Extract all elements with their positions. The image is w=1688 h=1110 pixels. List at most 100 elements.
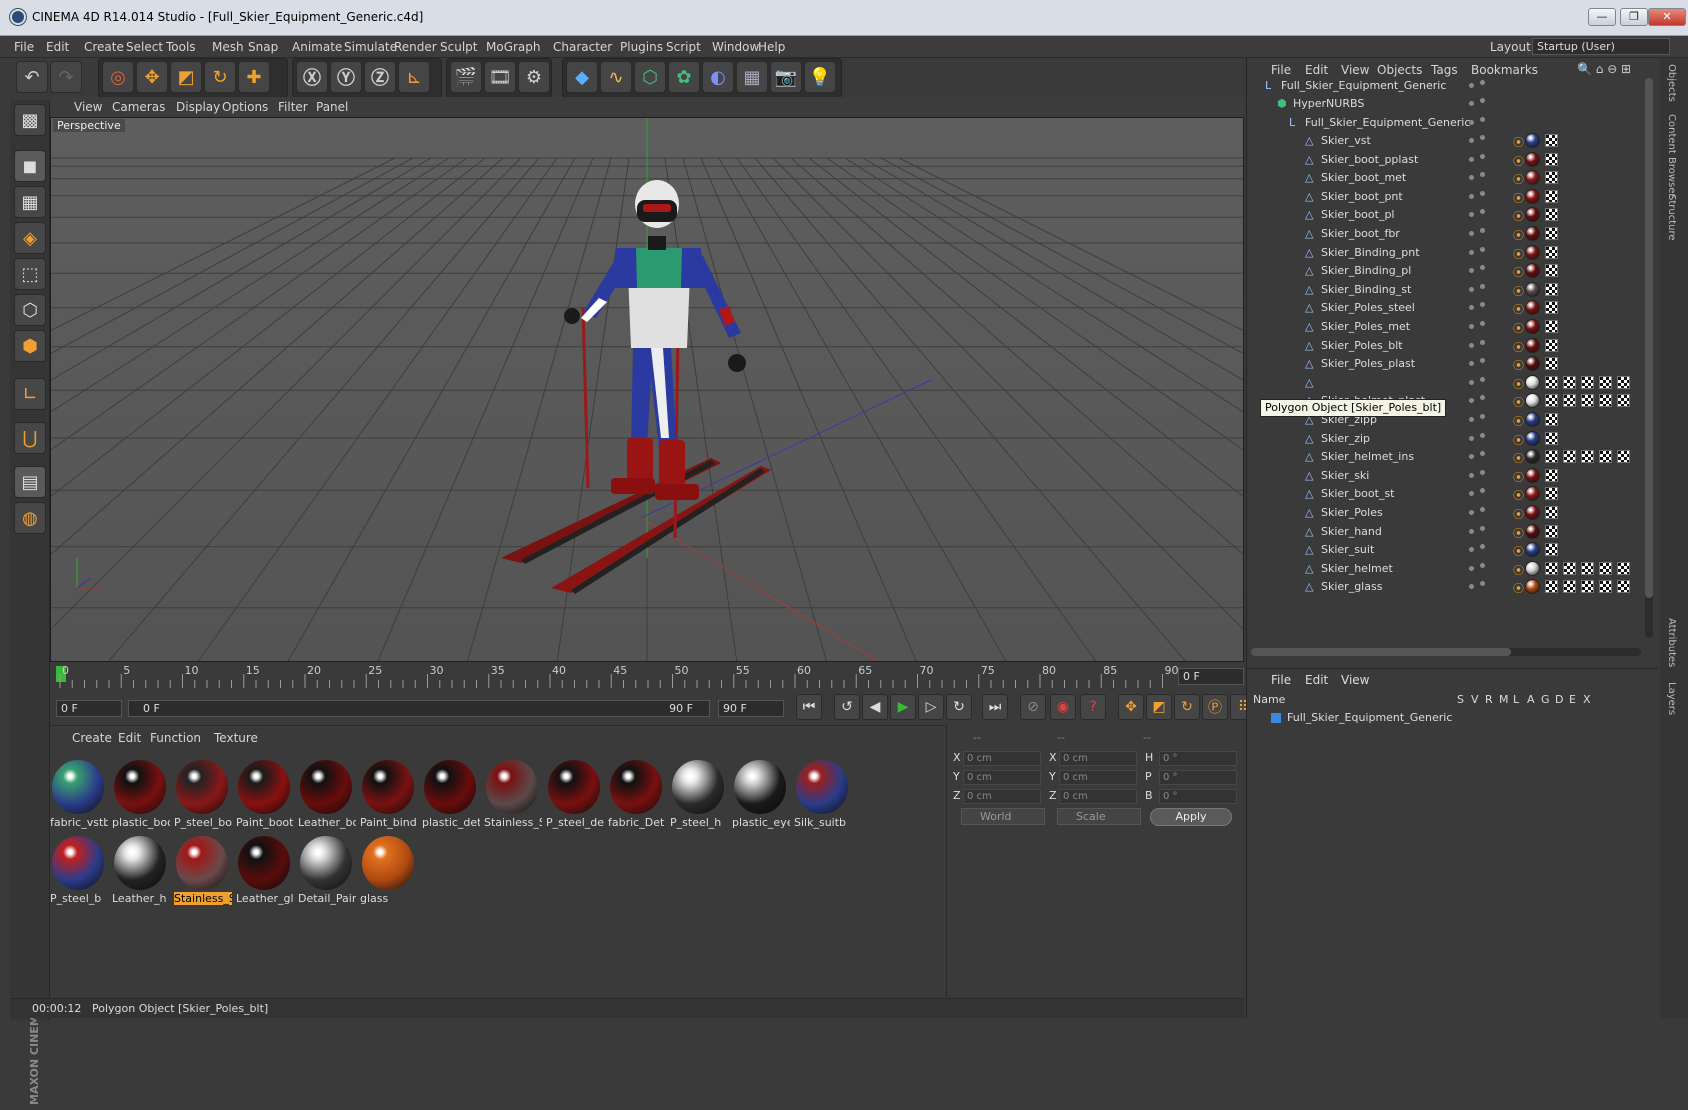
material-menu-function[interactable]: Function	[150, 731, 201, 745]
viewport-menu-panel[interactable]: Panel	[316, 100, 348, 114]
go-to-end-icon[interactable]: ⏭	[982, 694, 1008, 720]
texture-mode-icon[interactable]: ▦	[14, 186, 46, 218]
texture-tag-icon[interactable]	[1525, 151, 1540, 167]
deformer-icon[interactable]: ◐	[702, 61, 734, 93]
go-to-next-key-icon[interactable]: ↻	[946, 694, 972, 720]
axis-mode-icon[interactable]: ∟	[14, 378, 46, 410]
uvw-tag-icon[interactable]	[1545, 282, 1558, 296]
material-swatch[interactable]: Stainless_S	[174, 834, 232, 908]
layer-column-header[interactable]: S	[1457, 693, 1464, 706]
phong-tag-icon[interactable]: ⦿	[1513, 208, 1524, 223]
object-menu-objects[interactable]: Objects	[1377, 63, 1422, 77]
uvw-tag-icon[interactable]	[1581, 394, 1594, 408]
object-row[interactable]: ⬢ HyperNURBS	[1247, 94, 1643, 114]
material-swatch[interactable]: Silk_suitb	[794, 758, 850, 832]
layer-column-header[interactable]: M	[1499, 693, 1509, 706]
material-swatch[interactable]: Stainless_S	[484, 758, 542, 832]
layer-column-header[interactable]: L	[1513, 693, 1519, 706]
visibility-dots-icon[interactable]	[1469, 451, 1487, 463]
phong-tag-icon[interactable]: ⦿	[1513, 301, 1524, 316]
record-rotation-icon[interactable]: ↻	[1174, 694, 1200, 720]
phong-tag-icon[interactable]: ⦿	[1513, 376, 1524, 391]
frame-range-slider[interactable]: 0 F 90 F	[128, 700, 710, 717]
object-menu-tags[interactable]: Tags	[1431, 63, 1458, 77]
phong-tag-icon[interactable]: ⦿	[1513, 339, 1524, 354]
undo-icon[interactable]: ↶	[16, 61, 48, 93]
move-tool-icon[interactable]: ✥	[136, 61, 168, 93]
polygons-mode-icon[interactable]: ⬢	[14, 330, 46, 362]
object-row[interactable]: △ Skier_boot_pplast ⦿	[1247, 150, 1643, 170]
menu-file[interactable]: File	[14, 40, 34, 54]
texture-tag-icon[interactable]	[1525, 412, 1540, 427]
object-row[interactable]: △ Skier_Binding_st ⦿	[1247, 280, 1643, 300]
material-swatch[interactable]: P_steel_h	[670, 758, 726, 832]
material-menu-edit[interactable]: Edit	[118, 731, 141, 745]
uvw-tag-icon[interactable]	[1545, 208, 1558, 222]
texture-tag-icon[interactable]	[1525, 207, 1540, 223]
texture-tag-icon[interactable]	[1525, 449, 1540, 465]
phong-tag-icon[interactable]: ⦿	[1513, 246, 1524, 261]
texture-tag-icon[interactable]	[1525, 337, 1540, 353]
phong-tag-icon[interactable]: ⦿	[1513, 432, 1524, 447]
layer-menu-edit[interactable]: Edit	[1305, 673, 1328, 687]
uvw-tag-icon[interactable]	[1617, 561, 1630, 575]
size-mode-dropdown[interactable]: Scale	[1057, 808, 1141, 825]
layer-column-header[interactable]: X	[1583, 693, 1591, 706]
texture-tag-icon[interactable]	[1525, 188, 1540, 204]
size-field[interactable]: 0 cm	[1059, 789, 1137, 804]
uvw-tag-icon[interactable]	[1563, 561, 1576, 575]
layer-column-header[interactable]: E	[1569, 693, 1576, 706]
object-row[interactable]: △ Skier_boot_pnt ⦿	[1247, 187, 1643, 207]
visibility-dots-icon[interactable]	[1469, 581, 1487, 593]
tab-content-browser[interactable]: Content Browser	[1666, 114, 1677, 197]
material-swatch[interactable]: Paint_boot	[236, 758, 293, 832]
edges-mode-icon[interactable]: ⬡	[14, 294, 46, 326]
tab-layers[interactable]: Layers	[1666, 682, 1677, 715]
object-row[interactable]: △ Skier_Poles_plast ⦿	[1247, 354, 1643, 374]
uvw-tag-icon[interactable]	[1617, 375, 1630, 389]
material-menu-create[interactable]: Create	[72, 731, 112, 745]
maximize-button[interactable]: ❐	[1620, 8, 1648, 26]
uvw-tag-icon[interactable]	[1545, 487, 1558, 501]
live-selection-icon[interactable]: ◎	[102, 61, 134, 93]
object-search-icons[interactable]: 🔍 ⌂ ⊖ ⊞	[1577, 62, 1631, 76]
go-to-start-icon[interactable]: ⏮	[796, 694, 822, 720]
uvw-tag-icon[interactable]	[1581, 561, 1594, 575]
render-picture-viewer-icon[interactable]: 🎞	[484, 61, 516, 93]
uvw-tag-icon[interactable]	[1545, 320, 1558, 333]
texture-tag-icon[interactable]	[1525, 170, 1540, 186]
viewport-menu-cameras[interactable]: Cameras	[112, 100, 165, 114]
uvw-tag-icon[interactable]	[1617, 580, 1630, 594]
viewport-menu-filter[interactable]: Filter	[278, 100, 308, 114]
visibility-dots-icon[interactable]	[1469, 469, 1487, 482]
uvw-tag-icon[interactable]	[1545, 543, 1558, 557]
object-row[interactable]: L Full_Skier_Equipment_Generic	[1247, 113, 1643, 133]
uvw-tag-icon[interactable]	[1545, 301, 1558, 315]
layer-column-header[interactable]: G	[1541, 693, 1550, 706]
object-row[interactable]: △ Skier_suit ⦿	[1247, 540, 1643, 560]
visibility-dots-icon[interactable]	[1469, 283, 1487, 296]
magnet-icon[interactable]: ⋃	[14, 422, 46, 454]
uvw-tag-icon[interactable]	[1563, 394, 1576, 408]
visibility-dots-icon[interactable]	[1469, 80, 1487, 92]
uvw-tag-icon[interactable]	[1545, 189, 1558, 203]
tab-attributes[interactable]: Attributes	[1666, 618, 1677, 667]
record-active-objects-icon[interactable]: ⊘	[1020, 694, 1046, 720]
uvw-tag-icon[interactable]	[1545, 134, 1558, 147]
phong-tag-icon[interactable]: ⦿	[1513, 580, 1524, 595]
visibility-dots-icon[interactable]	[1469, 544, 1487, 556]
object-row[interactable]: △ Skier_helmet_ins ⦿	[1247, 447, 1643, 467]
nurbs-icon[interactable]: ⬡	[634, 61, 666, 93]
uvw-tag-icon[interactable]	[1545, 171, 1558, 185]
visibility-dots-icon[interactable]	[1469, 562, 1487, 575]
phong-tag-icon[interactable]: ⦿	[1513, 506, 1524, 521]
scale-tool-icon[interactable]: ◩	[170, 61, 202, 93]
material-swatch[interactable]: P_steel_det	[546, 758, 604, 832]
texture-tag-icon[interactable]	[1525, 523, 1540, 539]
object-row[interactable]: △ Skier_hand ⦿	[1247, 522, 1643, 542]
object-menu-edit[interactable]: Edit	[1305, 63, 1328, 77]
phong-tag-icon[interactable]: ⦿	[1513, 320, 1524, 335]
snap-grid-icon[interactable]: ▤	[14, 466, 46, 498]
x-axis-lock-icon[interactable]: Ⓧ	[296, 61, 328, 93]
model-mode-icon[interactable]: ◼	[14, 150, 46, 182]
